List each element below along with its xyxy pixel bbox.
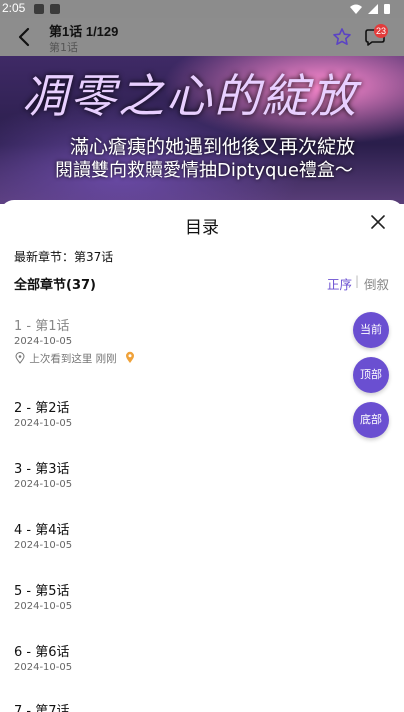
notification-icon-2	[50, 4, 60, 14]
notification-badge: 23	[374, 24, 388, 38]
status-time: 2:05	[2, 1, 26, 15]
promo-banner[interactable]: 凋零之心的綻放 滿心瘡痍的她遇到他後又再次綻放 閱讀雙向救贖愛情抽Diptyqu…	[0, 56, 404, 204]
chapter-row-date: 2024-10-05	[14, 662, 73, 673]
notification-icon	[34, 4, 44, 14]
signal-icon	[368, 4, 378, 14]
location-pin-icon	[15, 352, 25, 364]
jump-bottom-button[interactable]: 底部	[353, 402, 389, 438]
last-read-text: 上次看到这里 刚刚	[29, 353, 117, 365]
chapter-row-title: 4 - 第4话	[14, 523, 70, 538]
chapter-row-5[interactable]: 5 - 第5话 2024-10-05	[0, 580, 404, 640]
chapter-row-1[interactable]: 1 - 第1话 2024-10-05	[0, 315, 404, 375]
chapter-row-date: 2024-10-05	[14, 336, 73, 347]
chapter-row-title: 2 - 第2话	[14, 401, 70, 416]
banner-line-2: 滿心瘡痍的她遇到他後又再次綻放	[70, 136, 356, 158]
chapter-row-date: 2024-10-05	[14, 479, 73, 490]
system-icons	[350, 4, 390, 14]
wifi-icon	[350, 4, 362, 14]
map-pin-icon	[126, 351, 135, 363]
chapter-title: 第1话 1/129	[49, 24, 119, 39]
chapter-row-date: 2024-10-05	[14, 601, 73, 612]
chapter-row-6[interactable]: 6 - 第6话 2024-10-05	[0, 641, 404, 701]
back-arrow-icon[interactable]	[12, 24, 38, 50]
chapter-row-7[interactable]: 7 - 第7话	[0, 700, 404, 712]
chapter-row-date: 2024-10-05	[14, 540, 73, 551]
chapter-subtitle: 第1话	[49, 41, 78, 54]
chapter-row-title: 5 - 第5话	[14, 584, 70, 599]
sort-descending-button[interactable]: 倒叙	[364, 274, 389, 293]
star-icon[interactable]	[332, 27, 352, 47]
sort-divider: |	[355, 274, 360, 288]
latest-chapter: 最新章节：第37话	[14, 250, 114, 264]
status-bar: 2:05	[0, 0, 404, 18]
reader-topbar: 第1话 1/129 第1话 23	[0, 18, 404, 56]
chapter-row-3[interactable]: 3 - 第3话 2024-10-05	[0, 458, 404, 518]
chapter-row-date: 2024-10-05	[14, 418, 73, 429]
chapter-list-panel: 目录 最新章节：第37话 全部章节(37) 正序 | 倒叙 1 - 第1话 20…	[0, 200, 404, 712]
chapter-row-title: 6 - 第6话	[14, 645, 70, 660]
banner-headline: 凋零之心的綻放	[22, 69, 358, 123]
banner-line-3: 閱讀雙向救贖愛情抽Diptyque禮盒～	[55, 160, 353, 181]
jump-current-button[interactable]: 当前	[353, 312, 389, 348]
chapter-row-title: 7 - 第7话	[14, 704, 70, 712]
jump-top-button[interactable]: 顶部	[353, 357, 389, 393]
sort-ascending-button[interactable]: 正序	[327, 274, 352, 293]
chapter-row-2[interactable]: 2 - 第2话 2024-10-05	[0, 397, 404, 457]
last-read-indicator: 上次看到这里 刚刚	[14, 351, 136, 366]
battery-icon	[384, 4, 390, 14]
chapter-row-title: 1 - 第1话	[14, 319, 70, 334]
close-icon[interactable]	[370, 214, 386, 230]
all-chapters-label: 全部章节(37)	[14, 278, 96, 293]
panel-title: 目录	[185, 218, 219, 238]
chapter-row-title: 3 - 第3话	[14, 462, 70, 477]
chapter-row-4[interactable]: 4 - 第4话 2024-10-05	[0, 519, 404, 579]
